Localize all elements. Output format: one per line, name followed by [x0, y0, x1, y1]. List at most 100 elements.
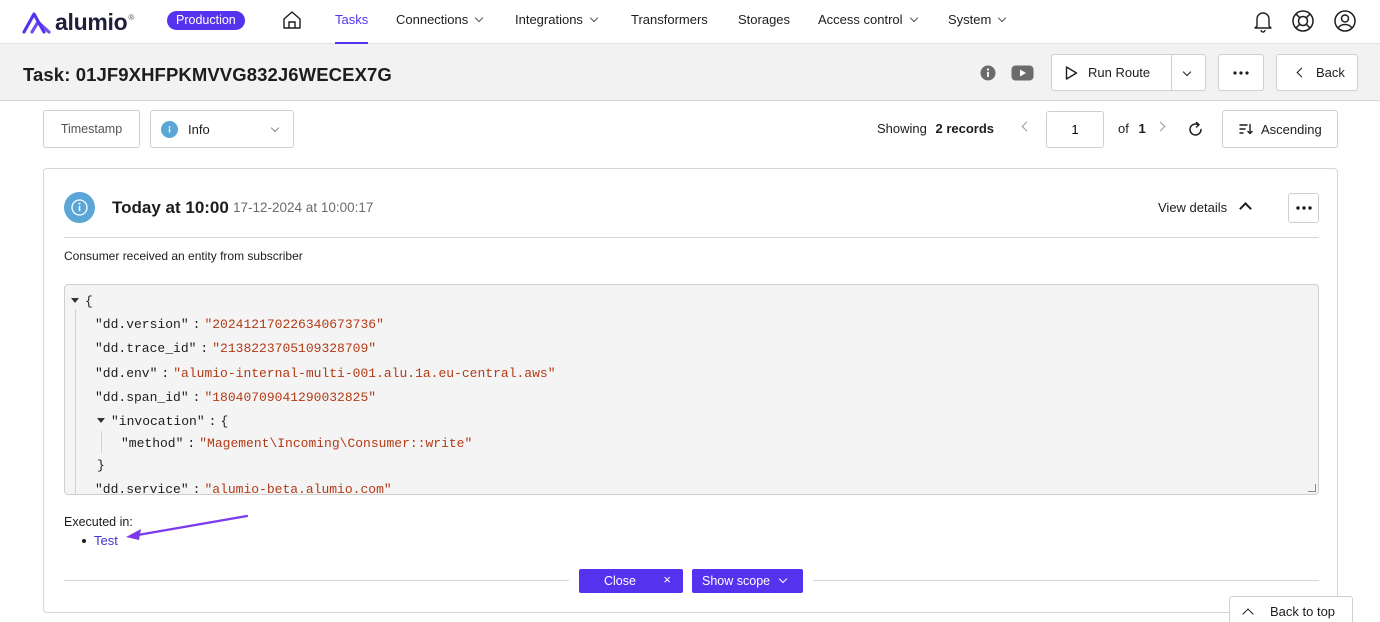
log-content: Timestamp Info Showing 2 records of 1 As… — [0, 101, 1380, 622]
more-options-button[interactable] — [1218, 54, 1264, 91]
nav-tasks-label: Tasks — [335, 12, 369, 27]
refresh-icon[interactable] — [1187, 121, 1204, 138]
back-to-top-button[interactable]: Back to top — [1229, 596, 1353, 622]
alumio-logo[interactable]: alumio ® — [22, 9, 134, 36]
home-icon[interactable] — [281, 9, 303, 31]
support-icon[interactable] — [1291, 9, 1315, 33]
collapse-triangle-icon[interactable] — [71, 298, 79, 303]
annotation-arrow-icon — [126, 514, 249, 540]
record-timestamp: 17-12-2024 at 10:00:17 — [233, 200, 374, 215]
nav-system[interactable]: System — [948, 0, 1007, 44]
json-line: "dd.version": "202412170226340673736" — [95, 317, 384, 332]
alumio-logo-icon — [22, 11, 51, 34]
json-indent-guide — [75, 309, 76, 494]
nav-connections-label: Connections — [396, 12, 469, 27]
chevron-up-icon[interactable] — [1239, 202, 1252, 215]
nav-storages[interactable]: Storages — [738, 0, 790, 44]
info-icon[interactable] — [980, 65, 996, 81]
nav-integrations-label: Integrations — [515, 12, 583, 27]
json-line: "dd.env": "alumio-internal-multi-001.alu.… — [95, 366, 556, 381]
log-record-card: Today at 10:00 17-12-2024 at 10:00:17 Vi… — [43, 168, 1338, 613]
chevron-down-icon — [909, 13, 918, 23]
json-indent-guide — [101, 431, 102, 453]
record-time: Today at 10:00 — [112, 198, 229, 217]
more-horizontal-icon — [1295, 206, 1312, 210]
bell-icon[interactable] — [1252, 9, 1274, 33]
nav-access-control-label: Access control — [818, 12, 903, 27]
chevron-down-icon[interactable] — [1182, 67, 1192, 77]
info-record-icon — [64, 192, 95, 223]
json-line: "dd.service": "alumio-beta.alumio.com" — [95, 482, 392, 495]
record-more-button[interactable] — [1288, 193, 1319, 223]
records-count-value: 2 records — [935, 121, 995, 136]
resize-handle[interactable] — [1308, 484, 1316, 492]
json-line: } — [97, 458, 105, 473]
chevron-down-icon — [589, 13, 599, 23]
run-route-label: Run Route — [1088, 65, 1151, 80]
sort-order-button[interactable]: Ascending — [1222, 110, 1338, 148]
json-line: { — [71, 294, 93, 309]
back-button[interactable]: Back — [1276, 54, 1358, 91]
collapse-triangle-icon[interactable] — [97, 418, 105, 423]
page-title: Task: 01JF9XHFPKMVVG832J6WECEX7G — [23, 64, 392, 85]
timestamp-filter-button[interactable]: Timestamp — [43, 110, 140, 148]
previous-page-icon[interactable] — [1021, 121, 1032, 132]
chevron-down-icon — [270, 123, 280, 133]
user-avatar-icon[interactable] — [1333, 9, 1357, 33]
list-bullet — [82, 538, 86, 543]
more-horizontal-icon — [1233, 70, 1249, 75]
video-tutorial-icon[interactable] — [1011, 65, 1034, 81]
log-level-value: Info — [188, 121, 210, 137]
chevron-down-icon — [998, 13, 1007, 23]
json-line: "invocation":{ — [97, 414, 228, 429]
back-to-top-label: Back to top — [1270, 604, 1336, 619]
nav-integrations[interactable]: Integrations — [515, 0, 599, 44]
of-label: of — [1118, 121, 1129, 136]
logo-registered-mark: ® — [128, 13, 135, 22]
run-route-button[interactable]: Run Route — [1051, 54, 1206, 91]
view-details-toggle[interactable]: View details — [1158, 200, 1227, 215]
sort-icon — [1239, 123, 1253, 135]
bottom-divider — [813, 580, 1319, 581]
page-header: Task: 01JF9XHFPKMVVG832J6WECEX7G Run Rou… — [0, 44, 1380, 101]
nav-access-control[interactable]: Access control — [818, 0, 918, 44]
json-viewer[interactable]: { "dd.version": "202412170226340673736" "… — [64, 284, 1319, 495]
executed-in-link[interactable]: Test — [94, 533, 118, 548]
json-line: "dd.trace_id": "2138223705109328709" — [95, 341, 377, 356]
bottom-divider — [64, 580, 569, 581]
card-divider — [64, 237, 1319, 238]
timestamp-label: Timestamp — [60, 122, 123, 136]
nav-system-label: System — [948, 12, 992, 27]
button-separator — [1171, 55, 1172, 90]
chevron-down-icon — [778, 574, 788, 584]
show-scope-button[interactable]: Show scope — [692, 569, 803, 593]
record-message: Consumer received an entity from subscri… — [64, 249, 303, 263]
executed-in-item[interactable]: Test — [82, 533, 118, 548]
close-label: Close — [604, 574, 636, 588]
logo-text: alumio — [55, 9, 128, 35]
top-navigation: alumio ® Production Tasks Connections In… — [0, 0, 1380, 44]
chevron-up-icon — [1242, 607, 1254, 620]
play-icon — [1065, 66, 1078, 80]
records-count: Showing 2 records — [877, 121, 994, 136]
next-page-icon[interactable] — [1155, 121, 1166, 132]
nav-connections[interactable]: Connections — [396, 0, 484, 44]
nav-storages-label: Storages — [738, 12, 791, 27]
json-line: "dd.span_id": "18040709041290032825" — [95, 390, 377, 405]
close-icon: × — [663, 572, 671, 587]
page-number-input[interactable] — [1046, 111, 1104, 148]
chevron-down-icon — [475, 13, 484, 23]
total-pages-value: 1 — [1138, 121, 1146, 136]
nav-tasks[interactable]: Tasks — [335, 0, 369, 44]
log-level-select[interactable]: Info — [150, 110, 294, 148]
close-record-button[interactable]: Close × — [579, 569, 683, 593]
show-scope-label: Show scope — [702, 574, 771, 588]
page-total: of 1 — [1118, 121, 1146, 136]
sort-order-label: Ascending — [1261, 121, 1322, 137]
info-level-icon — [161, 120, 178, 138]
nav-transformers[interactable]: Transformers — [631, 0, 708, 44]
json-line: "method": "Magement\Incoming\Consumer::wr… — [121, 436, 473, 451]
back-label: Back — [1316, 65, 1345, 80]
showing-label: Showing — [877, 121, 927, 136]
environment-badge: Production — [167, 11, 245, 30]
